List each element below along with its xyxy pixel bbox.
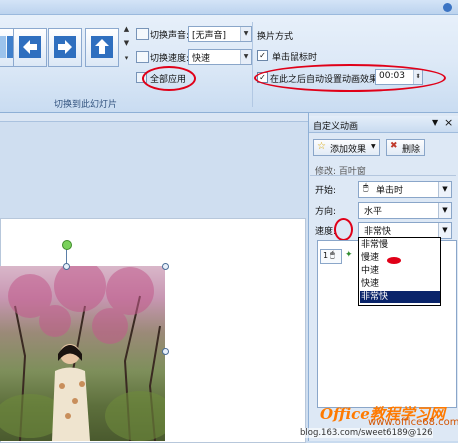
ribbon-top-bar — [0, 0, 458, 15]
direction-select[interactable]: 水平 ▼ — [358, 202, 452, 219]
animation-index: 1 — [323, 251, 329, 260]
mouse-icon: 🖱 — [330, 250, 335, 259]
effect-star-icon: ✦ — [345, 250, 353, 260]
transition-sound-value: [无声音] — [192, 31, 227, 41]
speed-dropdown-list[interactable]: 非常慢 慢速 中速 快速 非常快 — [358, 237, 441, 306]
chevron-down-icon[interactable]: ▼ — [240, 27, 251, 41]
sound-icon — [136, 28, 149, 40]
help-icon[interactable] — [443, 3, 452, 12]
push-left-icon — [19, 36, 41, 58]
start-label: 开始: — [315, 186, 337, 196]
direction-label: 方向: — [315, 207, 337, 217]
delete-icon: ✖ — [390, 141, 398, 151]
speed-label-annotation-ellipse — [334, 218, 353, 241]
speed-value: 非常快 — [364, 227, 392, 237]
watermark-url: www.office68.com — [368, 417, 458, 428]
transition-speed-select[interactable]: 快速 ▼ — [188, 49, 252, 65]
rotation-handle[interactable] — [62, 240, 72, 250]
close-icon[interactable]: × — [444, 116, 453, 129]
star-icon: ☆ — [317, 141, 326, 152]
transition-effect-2-button[interactable] — [13, 28, 47, 67]
transition-group-label: 切换到此幻灯片 — [54, 100, 118, 110]
gallery-more-icon[interactable]: ▾ — [122, 53, 131, 64]
animation-list-item[interactable]: 1 🖱 — [320, 249, 342, 264]
group-divider — [252, 22, 253, 107]
gallery-scroll-up-icon[interactable]: ▲ — [122, 24, 131, 35]
pane-title: 自定义动画 — [313, 122, 359, 132]
push-up-icon — [91, 36, 113, 58]
apply-all-annotation-ellipse — [142, 66, 196, 91]
resize-handle-right[interactable] — [162, 348, 169, 355]
chevron-down-icon[interactable]: ▼ — [240, 50, 251, 64]
transition-sound-label: 切换声音: — [150, 31, 190, 41]
direction-value: 水平 — [364, 207, 383, 217]
pane-options-icon[interactable]: ▼ — [432, 118, 438, 127]
transition-effect-3-button[interactable] — [48, 28, 82, 67]
slide-ruler-bar — [0, 113, 308, 122]
speed-label: 速度: — [315, 227, 337, 237]
slide-photo[interactable] — [0, 266, 165, 441]
start-value: 单击时 — [376, 186, 404, 196]
add-effect-button[interactable]: ☆ 添加效果 ▼ — [313, 139, 380, 156]
gallery-scroll-down-icon[interactable]: ▼ — [122, 38, 131, 49]
auto-advance-annotation-ellipse — [254, 64, 446, 92]
photo-scene — [0, 266, 165, 441]
pane-divider — [310, 175, 456, 176]
speed-option[interactable]: 非常慢 — [360, 239, 440, 251]
mouse-icon: 🖱 — [363, 183, 369, 193]
watermark-blog: blog.163.com/sweet6189@126 — [300, 428, 433, 438]
delete-label: 删除 — [402, 145, 421, 155]
delete-button[interactable]: ✖ 删除 — [386, 139, 425, 156]
transition-effect-4-button[interactable] — [85, 28, 119, 67]
resize-handle-top[interactable] — [63, 263, 70, 270]
add-effect-label: 添加效果 — [330, 145, 367, 155]
transition-speed-value: 快速 — [192, 54, 211, 64]
advance-slide-title: 换片方式 — [257, 32, 294, 42]
speed-icon — [136, 51, 149, 63]
transition-sound-select[interactable]: [无声音] ▼ — [188, 26, 252, 42]
speed-option-selected[interactable]: 非常快 — [360, 291, 440, 303]
speed-option[interactable]: 中速 — [360, 265, 440, 277]
chevron-down-icon[interactable]: ▼ — [438, 203, 451, 218]
on-mouse-click-label: 单击鼠标时 — [272, 53, 318, 63]
speed-option[interactable]: 快速 — [360, 278, 440, 290]
resize-handle-top-right[interactable] — [162, 263, 169, 270]
chevron-down-icon[interactable]: ▼ — [438, 182, 451, 197]
push-right-icon — [54, 36, 76, 58]
red-annotation-dot — [387, 257, 401, 264]
transition-speed-label: 切换速度: — [150, 54, 190, 64]
chevron-down-icon: ▼ — [371, 143, 376, 150]
on-mouse-click-checkbox[interactable]: ✓ — [257, 50, 268, 61]
start-select[interactable]: 🖱 单击时 ▼ — [358, 181, 452, 198]
chevron-down-icon[interactable]: ▼ — [438, 223, 451, 238]
